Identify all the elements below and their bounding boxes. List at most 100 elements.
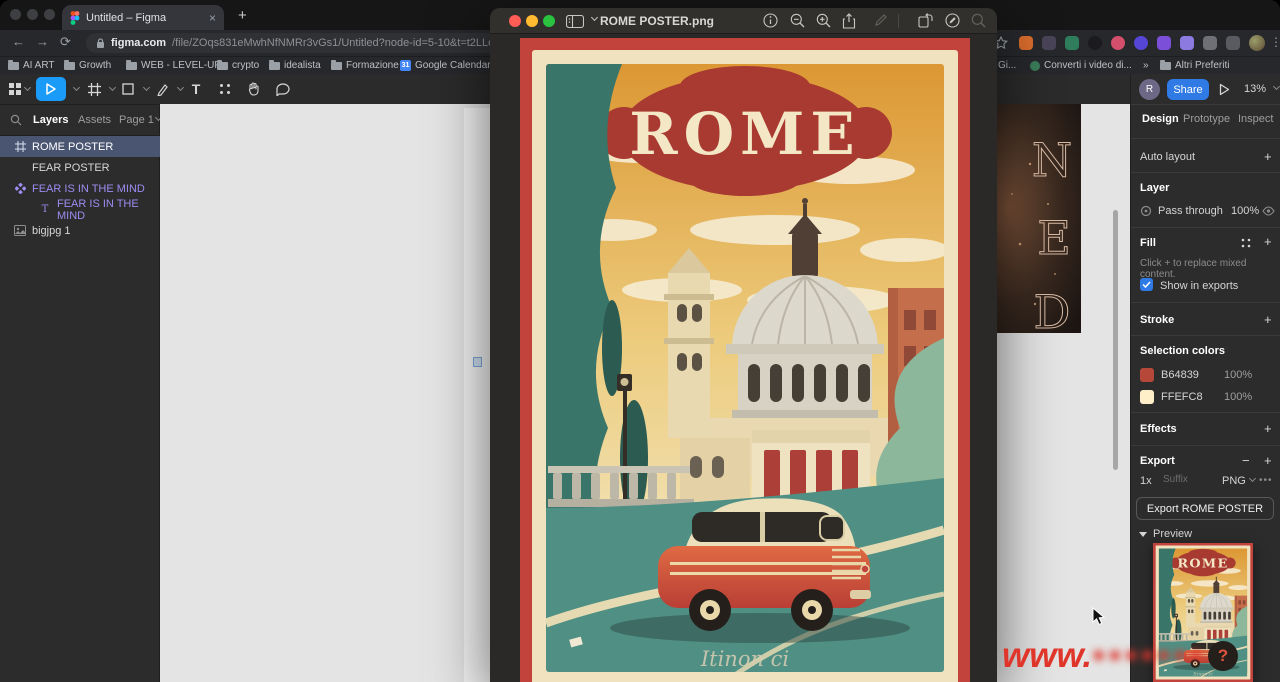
back-icon[interactable]: ← <box>12 34 25 49</box>
export-more-icon[interactable]: ••• <box>1259 475 1273 486</box>
fullscreen-icon[interactable] <box>543 15 555 27</box>
effects-add-icon[interactable]: + <box>1264 421 1272 436</box>
tab-assets[interactable]: Assets <box>78 114 111 126</box>
zoom-out-icon[interactable] <box>790 13 805 28</box>
color-hex[interactable]: B64839 <box>1161 369 1199 381</box>
zoom-level[interactable]: 13% <box>1244 83 1266 95</box>
text-tool-button[interactable]: T <box>186 77 206 101</box>
reload-icon[interactable]: ⟳ <box>60 34 71 50</box>
present-icon[interactable] <box>1219 83 1230 96</box>
user-avatar[interactable]: R <box>1139 79 1160 100</box>
stroke-add-icon[interactable]: + <box>1264 312 1272 327</box>
bookmark-item[interactable]: Formazione <box>331 59 399 71</box>
export-suffix-input[interactable] <box>1163 474 1215 485</box>
forward-icon[interactable]: → <box>36 34 49 49</box>
format-chevron-icon[interactable] <box>1248 474 1257 483</box>
layer-row-text[interactable]: T FEAR IS IN THE MIND <box>0 198 160 222</box>
bookmark-item[interactable]: AI ART <box>8 59 55 71</box>
browser-menu-icon[interactable]: ⋮ <box>1270 35 1280 49</box>
rotate-icon[interactable] <box>918 13 933 28</box>
bookmark-item[interactable]: idealista <box>269 59 321 71</box>
window-close-button[interactable] <box>10 9 21 20</box>
tab-inspect[interactable]: Inspect <box>1238 113 1273 125</box>
color-hex[interactable]: FFEFC8 <box>1161 391 1203 403</box>
blend-mode-select[interactable]: Pass through <box>1158 205 1223 217</box>
shape-tool-chevron[interactable] <box>142 83 151 92</box>
extension-icon[interactable] <box>1134 36 1148 50</box>
show-in-exports-checkbox[interactable] <box>1140 278 1153 291</box>
minimize-icon[interactable] <box>526 15 538 27</box>
comment-tool-button[interactable] <box>272 77 294 101</box>
close-icon[interactable] <box>509 15 521 27</box>
frame-tool-chevron[interactable] <box>108 83 117 92</box>
zoom-in-icon[interactable] <box>816 13 831 28</box>
color-swatch[interactable] <box>1140 390 1154 404</box>
layer-row-component[interactable]: FEAR IS IN THE MIND <box>0 178 160 199</box>
search-icon[interactable] <box>10 114 22 126</box>
main-menu-icon[interactable] <box>8 77 31 101</box>
export-button[interactable]: Export ROME POSTER <box>1136 497 1274 520</box>
move-tool-button[interactable] <box>36 77 66 101</box>
extension-icon[interactable] <box>1203 36 1217 50</box>
markup-pen-icon[interactable] <box>874 13 888 27</box>
bookmark-item[interactable]: crypto <box>217 59 259 71</box>
new-tab-button[interactable]: + <box>238 7 247 24</box>
layer-row-bigjpg[interactable]: bigjpg 1 <box>0 220 160 241</box>
extension-icon[interactable] <box>1180 36 1194 50</box>
profile-avatar[interactable] <box>1249 35 1265 51</box>
extension-icon[interactable] <box>1088 36 1102 50</box>
pen-tool-chevron[interactable] <box>176 83 185 92</box>
window-minimize-button[interactable] <box>27 9 38 20</box>
layer-row-rome-poster[interactable]: ROME POSTER <box>0 136 160 157</box>
browser-tab[interactable]: Untitled – Figma × <box>62 5 224 30</box>
bookmarks-overflow-chevron[interactable]: » <box>1143 60 1149 71</box>
tab-layers[interactable]: Layers <box>33 114 68 126</box>
search-icon[interactable] <box>971 13 986 28</box>
export-remove-icon[interactable]: − <box>1242 453 1250 468</box>
sidebar-chevron-icon[interactable] <box>590 13 599 22</box>
blend-mode-icon[interactable] <box>1140 205 1152 217</box>
info-icon[interactable] <box>763 13 778 28</box>
auto-layout-add-icon[interactable]: + <box>1264 149 1272 164</box>
export-format-select[interactable]: PNG <box>1222 475 1246 487</box>
preview-window[interactable]: ROME POSTER.png ROME Itinon ci <box>490 8 997 682</box>
shape-tool-button[interactable] <box>118 77 138 101</box>
pen-tool-button[interactable] <box>152 77 172 101</box>
tab-design[interactable]: Design <box>1142 113 1179 125</box>
bookmark-item[interactable]: WEB - LEVEL-UP <box>126 59 221 71</box>
resources-tool-button[interactable] <box>214 77 236 101</box>
markup-toolbar-icon[interactable] <box>945 13 960 28</box>
extension-icon[interactable] <box>1065 36 1079 50</box>
layer-opacity-input[interactable]: 100% <box>1231 205 1259 217</box>
color-opacity[interactable]: 100% <box>1224 369 1252 381</box>
sidebar-toggle-icon[interactable] <box>566 15 584 28</box>
extension-icon[interactable] <box>1111 36 1125 50</box>
export-scale-select[interactable]: 1x <box>1140 475 1152 487</box>
styles-icon[interactable] <box>1241 238 1251 248</box>
layer-row-fear-poster[interactable]: FEAR POSTER <box>0 157 160 178</box>
color-swatch[interactable] <box>1140 368 1154 382</box>
extension-icon[interactable] <box>1019 36 1033 50</box>
share-button[interactable]: Share <box>1167 79 1209 100</box>
fill-add-icon[interactable]: + <box>1264 234 1272 249</box>
zoom-chevron-icon[interactable] <box>1272 82 1280 91</box>
tab-prototype[interactable]: Prototype <box>1183 113 1230 125</box>
selection-handle[interactable] <box>473 357 482 367</box>
extension-icon[interactable] <box>1226 36 1240 50</box>
extension-icon[interactable] <box>1157 36 1171 50</box>
other-bookmarks[interactable]: Altri Preferiti <box>1160 59 1229 71</box>
bookmark-item[interactable]: Converti i video di... <box>1030 60 1132 71</box>
eye-icon[interactable] <box>1262 206 1275 216</box>
export-add-icon[interactable]: + <box>1264 453 1272 468</box>
preview-window-titlebar[interactable]: ROME POSTER.png <box>490 8 997 34</box>
share-icon[interactable] <box>842 13 856 29</box>
color-opacity[interactable]: 100% <box>1224 391 1252 403</box>
window-zoom-button[interactable] <box>44 9 55 20</box>
page-selector[interactable]: Page 1 <box>119 114 154 126</box>
preview-disclosure-icon[interactable] <box>1139 532 1147 537</box>
extension-icon[interactable] <box>1042 36 1056 50</box>
bookmark-item[interactable]: Gi... <box>998 60 1016 71</box>
canvas-scrollbar[interactable] <box>1113 210 1118 470</box>
move-tool-chevron[interactable] <box>72 83 81 92</box>
bookmark-item[interactable]: Growth <box>64 59 111 71</box>
